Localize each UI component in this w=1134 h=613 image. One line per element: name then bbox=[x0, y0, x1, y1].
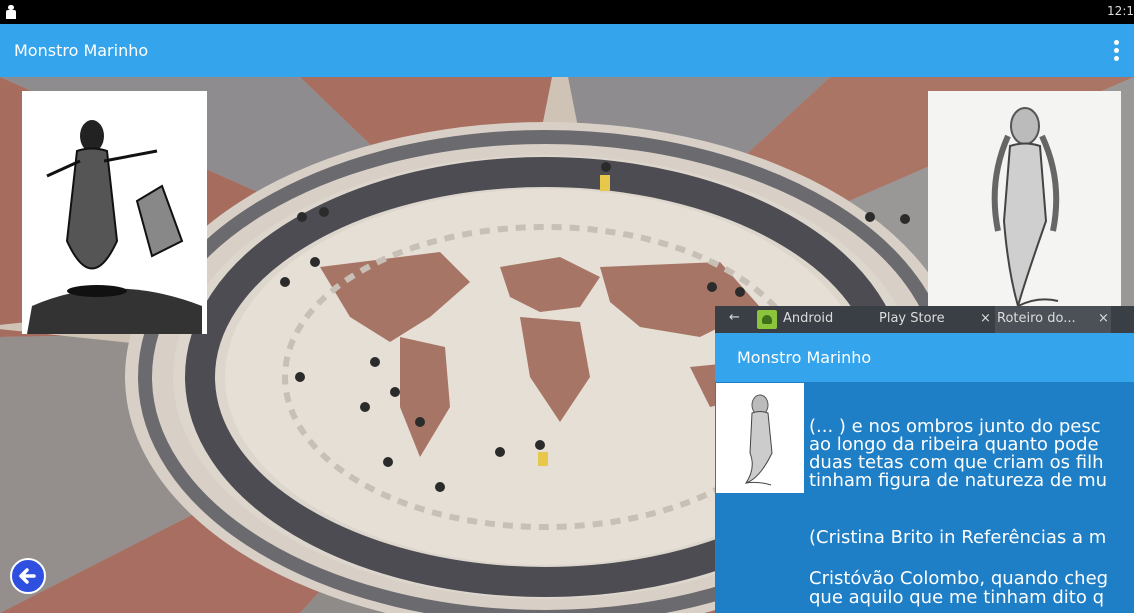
text-line: tinham figura de natureza de mu bbox=[809, 470, 1108, 491]
tab-bar: ← Android Play Store × Roteiro do... × bbox=[715, 306, 1134, 333]
mermaid-thumbnail-icon bbox=[716, 383, 804, 493]
tab-roteiro[interactable]: Roteiro do... × bbox=[995, 306, 1111, 333]
sea-monster-drawing-icon bbox=[22, 91, 207, 334]
inner-app-bar: Monstro Marinho bbox=[715, 333, 1134, 382]
citation-text: (Cristina Brito in Referências a m bbox=[809, 527, 1107, 548]
sea-monster-illustration[interactable] bbox=[22, 91, 207, 334]
text-line: que aquilo que me tinham dito q bbox=[809, 587, 1104, 608]
tab-label: Roteiro do... bbox=[997, 311, 1076, 326]
inner-content: (... ) e nos ombros junto do pesc ao lon… bbox=[715, 382, 1134, 613]
tab-android[interactable]: Android bbox=[757, 306, 877, 333]
mermaid-drawing-icon bbox=[928, 91, 1121, 311]
app-bar: Monstro Marinho bbox=[0, 24, 1134, 77]
mermaid-illustration[interactable] bbox=[928, 91, 1121, 311]
close-icon[interactable]: × bbox=[1098, 311, 1109, 326]
browser-window: ← Android Play Store × Roteiro do... × M… bbox=[715, 306, 1134, 613]
tab-play-store[interactable]: Play Store × bbox=[877, 306, 995, 333]
status-bar: 12:1 bbox=[0, 0, 1134, 24]
inner-app-title: Monstro Marinho bbox=[737, 348, 872, 367]
tab-label: Android bbox=[783, 311, 834, 326]
close-icon[interactable]: × bbox=[980, 311, 991, 326]
back-button[interactable] bbox=[10, 558, 46, 594]
text-line: Cristóvão Colombo, quando cheg bbox=[809, 568, 1109, 589]
overflow-menu-icon[interactable] bbox=[1114, 40, 1120, 62]
chess-pawn-icon bbox=[6, 5, 16, 19]
app-title: Monstro Marinho bbox=[14, 41, 149, 60]
tab-label: Play Store bbox=[879, 311, 945, 326]
mermaid-thumbnail[interactable] bbox=[716, 383, 804, 493]
android-icon bbox=[757, 310, 777, 329]
quote-paragraph: (... ) e nos ombros junto do pesc ao lon… bbox=[809, 418, 1107, 490]
tab-back-arrow-icon[interactable]: ← bbox=[729, 310, 740, 325]
status-time: 12:1 bbox=[1107, 4, 1134, 18]
arrow-left-icon bbox=[19, 568, 36, 584]
